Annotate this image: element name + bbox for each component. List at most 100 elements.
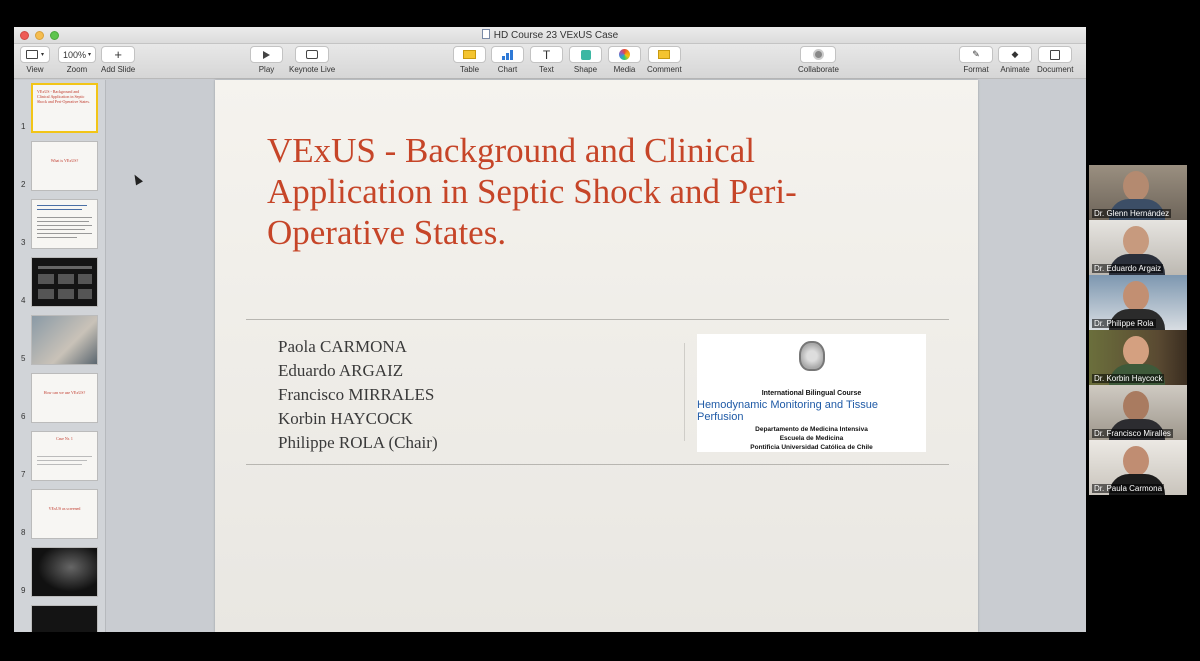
view-control[interactable]: ▾ View bbox=[20, 46, 50, 74]
title-bar: HD Course 23 VExUS Case bbox=[14, 27, 1086, 44]
slide-thumbnail[interactable]: VExUS as screened bbox=[31, 489, 98, 539]
current-slide[interactable]: VExUS - Background and Clinical Applicat… bbox=[215, 80, 978, 632]
divider-line-bottom bbox=[246, 464, 949, 465]
slide-number: 9 bbox=[21, 586, 26, 595]
animate-button[interactable]: ◆ bbox=[998, 46, 1032, 63]
slide-number: 8 bbox=[21, 528, 26, 537]
play-control[interactable]: Play bbox=[250, 46, 283, 74]
slide-thumbnail-text: What is VExUS? bbox=[50, 158, 79, 163]
slide-number: 2 bbox=[21, 180, 26, 189]
slide-thumbnail[interactable]: VExUS - Background and Clinical Applicat… bbox=[31, 83, 98, 133]
slide-thumbnail-row[interactable]: VExUS as screened 8 bbox=[14, 489, 105, 539]
add-slide-button[interactable]: + bbox=[101, 46, 136, 63]
participant-tile[interactable]: Dr. Eduardo Argaiz bbox=[1089, 220, 1187, 275]
participant-tile[interactable]: Dr. Glenn Hernández bbox=[1089, 165, 1187, 220]
slide-thumbnail[interactable] bbox=[31, 199, 98, 249]
collaborate-button[interactable] bbox=[800, 46, 837, 63]
slide-thumbnail-text: Case Nr. 1 bbox=[56, 436, 73, 441]
play-button[interactable] bbox=[250, 46, 283, 63]
participant-video bbox=[1123, 336, 1149, 366]
participant-video bbox=[1123, 171, 1149, 201]
vertical-divider bbox=[684, 343, 685, 441]
chart-button[interactable] bbox=[491, 46, 524, 63]
course-logo[interactable]: International Bilingual Course Hemodynam… bbox=[697, 334, 926, 452]
media-button[interactable] bbox=[608, 46, 641, 63]
slide-thumbnail[interactable]: What is VExUS? bbox=[31, 141, 98, 191]
collaborate-control[interactable]: Collaborate bbox=[798, 46, 839, 74]
slide-thumbnail[interactable]: Case Nr. 1 bbox=[31, 431, 98, 481]
format-label: Format bbox=[963, 65, 989, 74]
view-button[interactable]: ▾ bbox=[20, 46, 50, 63]
zoom-label: Zoom bbox=[66, 65, 88, 74]
logo-institution: Departamento de Medicina Intensiva Escue… bbox=[750, 425, 872, 452]
comment-control[interactable]: Comment bbox=[647, 46, 682, 74]
keynote-live-label: Keynote Live bbox=[289, 65, 336, 74]
participant-tile[interactable]: Dr. Philippe Rola bbox=[1089, 275, 1187, 330]
format-button[interactable]: ✎ bbox=[959, 46, 993, 63]
media-control[interactable]: Media bbox=[608, 46, 641, 74]
author-list[interactable]: Paola CARMONA Eduardo ARGAIZ Francisco M… bbox=[278, 335, 438, 455]
slide-thumbnail[interactable] bbox=[31, 315, 98, 365]
slide-thumbnail-row[interactable]: 5 bbox=[14, 315, 105, 365]
add-slide-control[interactable]: + Add Slide bbox=[101, 46, 135, 74]
slide-thumbnail[interactable] bbox=[31, 605, 98, 632]
participant-tile[interactable]: Dr. Paula Carmona bbox=[1089, 440, 1187, 495]
zoom-value: 100% bbox=[62, 49, 86, 60]
text-control[interactable]: T Text bbox=[530, 46, 563, 74]
slide-thumbnail-row[interactable]: What is VExUS? 2 bbox=[14, 141, 105, 191]
chart-icon bbox=[501, 49, 514, 60]
document-control[interactable]: Document bbox=[1037, 46, 1073, 74]
chart-label: Chart bbox=[497, 65, 518, 74]
comment-icon bbox=[658, 50, 671, 59]
slide-thumbnail-row[interactable]: VExUS - Background and Clinical Applicat… bbox=[14, 83, 105, 133]
format-control[interactable]: ✎ Format bbox=[959, 46, 993, 74]
participant-video bbox=[1123, 281, 1149, 311]
slide-thumbnail[interactable]: How can we use VExUS? bbox=[31, 373, 98, 423]
toolbar: ▾ View 100% ▾ Zoom + Add Slide Play Keyno… bbox=[14, 44, 1086, 79]
table-button[interactable] bbox=[453, 46, 486, 63]
participant-tile[interactable]: Dr. Francisco Miralles bbox=[1089, 385, 1187, 440]
logo-course-type: International Bilingual Course bbox=[761, 390, 862, 397]
animate-label: Animate bbox=[1000, 65, 1030, 74]
university-seal-icon bbox=[798, 341, 825, 371]
slide-thumbnail-row[interactable]: 9 bbox=[14, 547, 105, 597]
participant-tile[interactable]: Dr. Korbin Haycock bbox=[1089, 330, 1187, 385]
slide-thumbnail-text: How can we use VExUS? bbox=[43, 390, 86, 395]
participant-name: Dr. Francisco Miralles bbox=[1092, 429, 1173, 438]
slide-title[interactable]: VExUS - Background and Clinical Applicat… bbox=[267, 130, 827, 253]
chevron-down-icon: ▾ bbox=[40, 52, 44, 58]
shape-button[interactable] bbox=[569, 46, 602, 63]
keynote-live-control[interactable]: Keynote Live bbox=[289, 46, 335, 74]
slide-thumbnail-text: VExUS as screened bbox=[48, 506, 81, 511]
chevron-down-icon: ▾ bbox=[88, 52, 92, 58]
collaborate-icon bbox=[812, 49, 824, 60]
slide-thumbnail-row[interactable]: How can we use VExUS? 6 bbox=[14, 373, 105, 423]
slide-thumbnail-row[interactable]: 4 bbox=[14, 257, 105, 307]
chart-control[interactable]: Chart bbox=[491, 46, 524, 74]
slide-thumbnail-row[interactable] bbox=[14, 605, 105, 632]
slide-thumbnail-row[interactable]: 3 bbox=[14, 199, 105, 249]
zoom-control[interactable]: 100% ▾ Zoom bbox=[58, 46, 96, 74]
slide-thumbnail[interactable] bbox=[31, 547, 98, 597]
slide-number: 7 bbox=[21, 470, 26, 479]
slide-thumbnail-row[interactable]: Case Nr. 1 7 bbox=[14, 431, 105, 481]
participant-video bbox=[1123, 226, 1149, 256]
animate-control[interactable]: ◆ Animate bbox=[998, 46, 1032, 74]
keynote-live-button[interactable] bbox=[295, 46, 330, 63]
slide-thumbnail[interactable] bbox=[31, 257, 98, 307]
shape-control[interactable]: Shape bbox=[569, 46, 602, 74]
document-icon bbox=[1050, 49, 1061, 60]
table-control[interactable]: Table bbox=[453, 46, 486, 74]
window-title: HD Course 23 VExUS Case bbox=[14, 29, 1086, 41]
comment-button[interactable] bbox=[647, 46, 681, 63]
logo-course-name: Hemodynamic Monitoring and Tissue Perfus… bbox=[697, 399, 878, 423]
zoom-select[interactable]: 100% ▾ bbox=[58, 46, 96, 63]
divider-line-top bbox=[246, 319, 949, 320]
keynote-window: HD Course 23 VExUS Case ▾ View 100% ▾ Zoo… bbox=[14, 27, 1086, 632]
slide-canvas[interactable]: VExUS - Background and Clinical Applicat… bbox=[107, 80, 1086, 632]
view-label: View bbox=[26, 65, 44, 74]
table-icon bbox=[463, 50, 476, 59]
text-button[interactable]: T bbox=[530, 46, 563, 63]
document-button[interactable] bbox=[1038, 46, 1073, 63]
author-name: Paola CARMONA bbox=[278, 337, 407, 356]
